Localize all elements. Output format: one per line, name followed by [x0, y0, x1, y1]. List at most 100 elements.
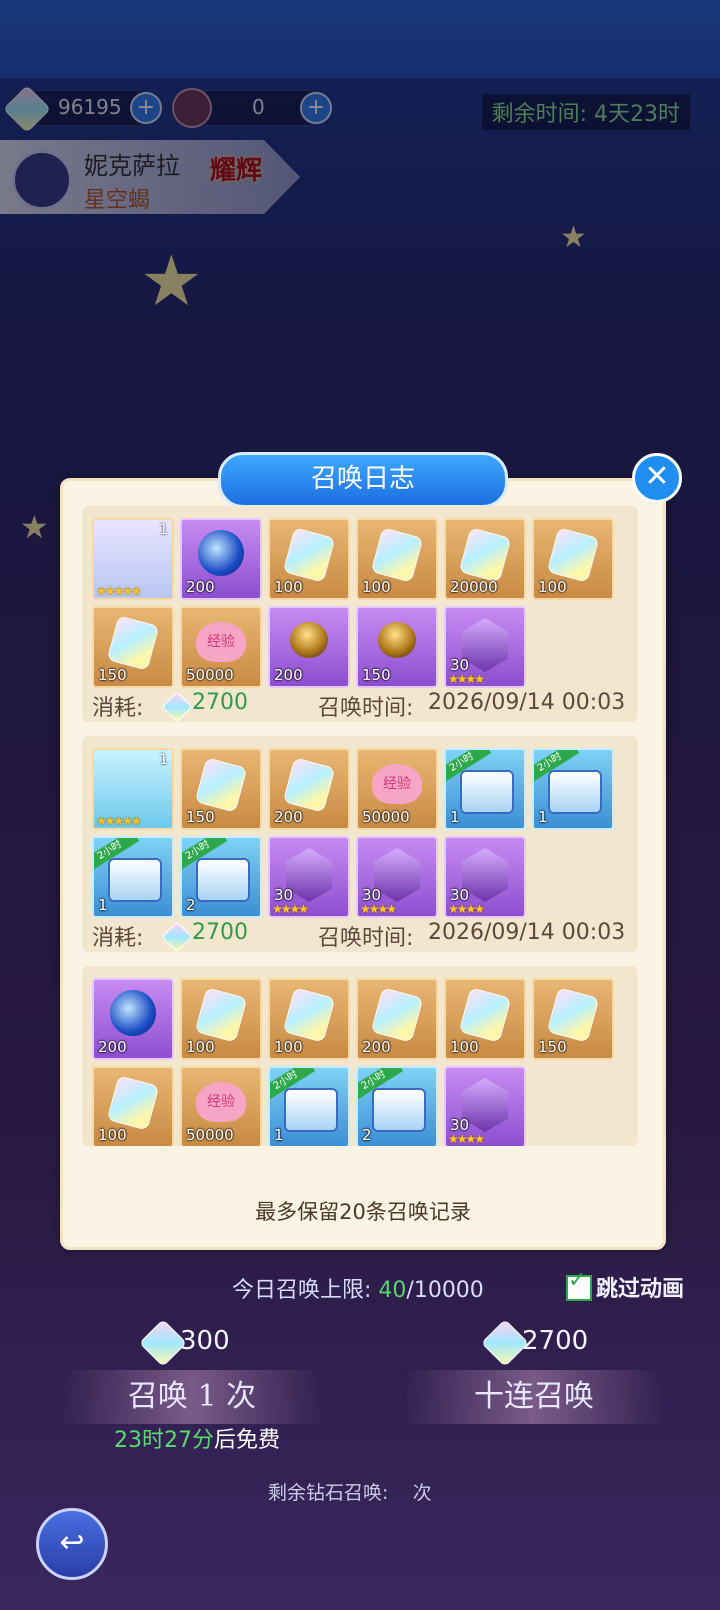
pet-egg-icon [378, 622, 416, 658]
item-count: 1 [538, 808, 548, 826]
reward-item[interactable]: 2小时 1 [268, 1066, 350, 1146]
item-count: 100 [274, 1038, 303, 1056]
single-summon-cost: 300 [180, 1326, 230, 1356]
item-count: 100 [274, 578, 303, 596]
exp-heart-icon: 经验 [196, 622, 246, 662]
reward-item[interactable]: 1 ★★★★★ [92, 518, 174, 600]
reward-item[interactable]: 100 [268, 518, 350, 600]
reward-item[interactable]: 100 [532, 518, 614, 600]
star-orb-icon [198, 530, 244, 576]
star-rating: ★★★★★ [96, 584, 142, 598]
crystal-icon [282, 987, 336, 1043]
exp-heart-icon: 经验 [196, 1082, 246, 1122]
daily-limit: 今日召唤上限: 40/10000 [232, 1272, 484, 1304]
reward-item[interactable]: 2小时 1 [444, 748, 526, 830]
remaining-count [394, 1482, 406, 1504]
reward-item[interactable]: 1 ★★★★★ [92, 748, 174, 830]
crystal-icon [370, 527, 424, 583]
summon-record: 200 100 100 200 100 150 100 经验 50000 2小时 1 2小时 2 30 ★★… [82, 966, 638, 1146]
reward-item[interactable]: 30 ★★★★ [444, 1066, 526, 1146]
reward-item[interactable]: 150 [92, 606, 174, 688]
item-count: 1 [159, 752, 168, 768]
reward-item[interactable]: 30 ★★★★ [268, 836, 350, 918]
treasure-chest-icon [196, 858, 250, 902]
item-count: 50000 [362, 808, 410, 826]
cost-label: 消耗: [92, 926, 144, 951]
reward-item[interactable]: 20000 [444, 518, 526, 600]
cost-label: 消耗: [92, 696, 144, 721]
crystal-icon [194, 987, 248, 1043]
diamond-icon [161, 691, 193, 722]
reward-item[interactable]: 2小时 1 [532, 748, 614, 830]
item-count: 50000 [186, 666, 234, 684]
item-count: 150 [186, 808, 215, 826]
free-timer-suffix: 后免费 [214, 1428, 281, 1453]
treasure-chest-icon [372, 1088, 426, 1132]
cost-value: 2700 [192, 920, 248, 945]
reward-item[interactable]: 100 [356, 518, 438, 600]
item-count: 150 [362, 666, 391, 684]
star-orb-icon [110, 990, 156, 1036]
check-icon: ✓ [568, 1268, 587, 1293]
reward-item[interactable]: 30 ★★★★ [444, 836, 526, 918]
dialog-title: 召唤日志 [218, 452, 508, 508]
summon-ten-button[interactable]: 十连召唤 [404, 1370, 664, 1424]
reward-item[interactable]: 200 [180, 518, 262, 600]
item-count: 100 [186, 1038, 215, 1056]
close-button[interactable]: ✕ [632, 453, 682, 503]
reward-item[interactable]: 2小时 2 [356, 1066, 438, 1146]
item-count: 1 [98, 896, 108, 914]
crystal-icon [546, 987, 600, 1043]
reward-item[interactable]: 150 [180, 748, 262, 830]
item-count: 200 [362, 1038, 391, 1056]
reward-item[interactable]: 30 ★★★★ [356, 836, 438, 918]
reward-item[interactable]: 200 [356, 978, 438, 1060]
reward-item[interactable]: 经验 50000 [180, 606, 262, 688]
remaining-label: 剩余钻石召唤: [268, 1482, 389, 1504]
daily-limit-used: 40 [378, 1278, 407, 1303]
crystal-icon [458, 527, 512, 583]
free-timer-value: 23时27分 [114, 1428, 214, 1453]
item-count: 200 [98, 1038, 127, 1056]
crystal-icon [106, 1075, 160, 1131]
reward-item[interactable]: 200 [268, 606, 350, 688]
treasure-chest-icon [284, 1088, 338, 1132]
item-count: 2 [186, 896, 196, 914]
reward-item[interactable]: 150 [356, 606, 438, 688]
reward-item[interactable]: 2小时 2 [180, 836, 262, 918]
reward-item[interactable]: 150 [532, 978, 614, 1060]
item-count: 1 [274, 1126, 284, 1144]
item-count: 150 [98, 666, 127, 684]
item-count: 150 [538, 1038, 567, 1056]
summon-time-label: 召唤时间: [318, 926, 414, 951]
crystal-icon [106, 615, 160, 671]
item-count: 1 [159, 522, 168, 538]
back-button[interactable]: ↩ [36, 1508, 108, 1580]
summon-time-label: 召唤时间: [318, 696, 414, 721]
exp-heart-icon: 经验 [372, 764, 422, 804]
reward-item[interactable]: 200 [268, 748, 350, 830]
reward-item[interactable]: 30 ★★★★ [444, 606, 526, 688]
star-rating: ★★★★★ [96, 814, 142, 828]
treasure-chest-icon [548, 770, 602, 814]
reward-item[interactable]: 经验 50000 [180, 1066, 262, 1146]
crystal-icon [282, 757, 336, 813]
daily-limit-total: /10000 [406, 1278, 484, 1303]
summon-time-value: 2026/09/14 00:03 [428, 920, 626, 945]
summon-record: 1 ★★★★★ 200 100 100 20000 100 150 经验 50000 200 150 3… [82, 506, 638, 722]
crystal-icon [458, 987, 512, 1043]
reward-item[interactable]: 100 [92, 1066, 174, 1146]
reward-item[interactable]: 100 [444, 978, 526, 1060]
reward-item[interactable]: 100 [180, 978, 262, 1060]
reward-item[interactable]: 2小时 1 [92, 836, 174, 918]
summon-once-button[interactable]: 召唤 1 次 [62, 1370, 322, 1424]
reward-item[interactable]: 200 [92, 978, 174, 1060]
star-rating: ★★★★ [448, 902, 485, 916]
skip-animation-label: 跳过动画 [596, 1277, 685, 1302]
reward-item[interactable]: 100 [268, 978, 350, 1060]
item-count: 100 [538, 578, 567, 596]
item-count: 50000 [186, 1126, 234, 1144]
reward-item[interactable]: 经验 50000 [356, 748, 438, 830]
crystal-icon [194, 757, 248, 813]
item-count: 200 [274, 808, 303, 826]
